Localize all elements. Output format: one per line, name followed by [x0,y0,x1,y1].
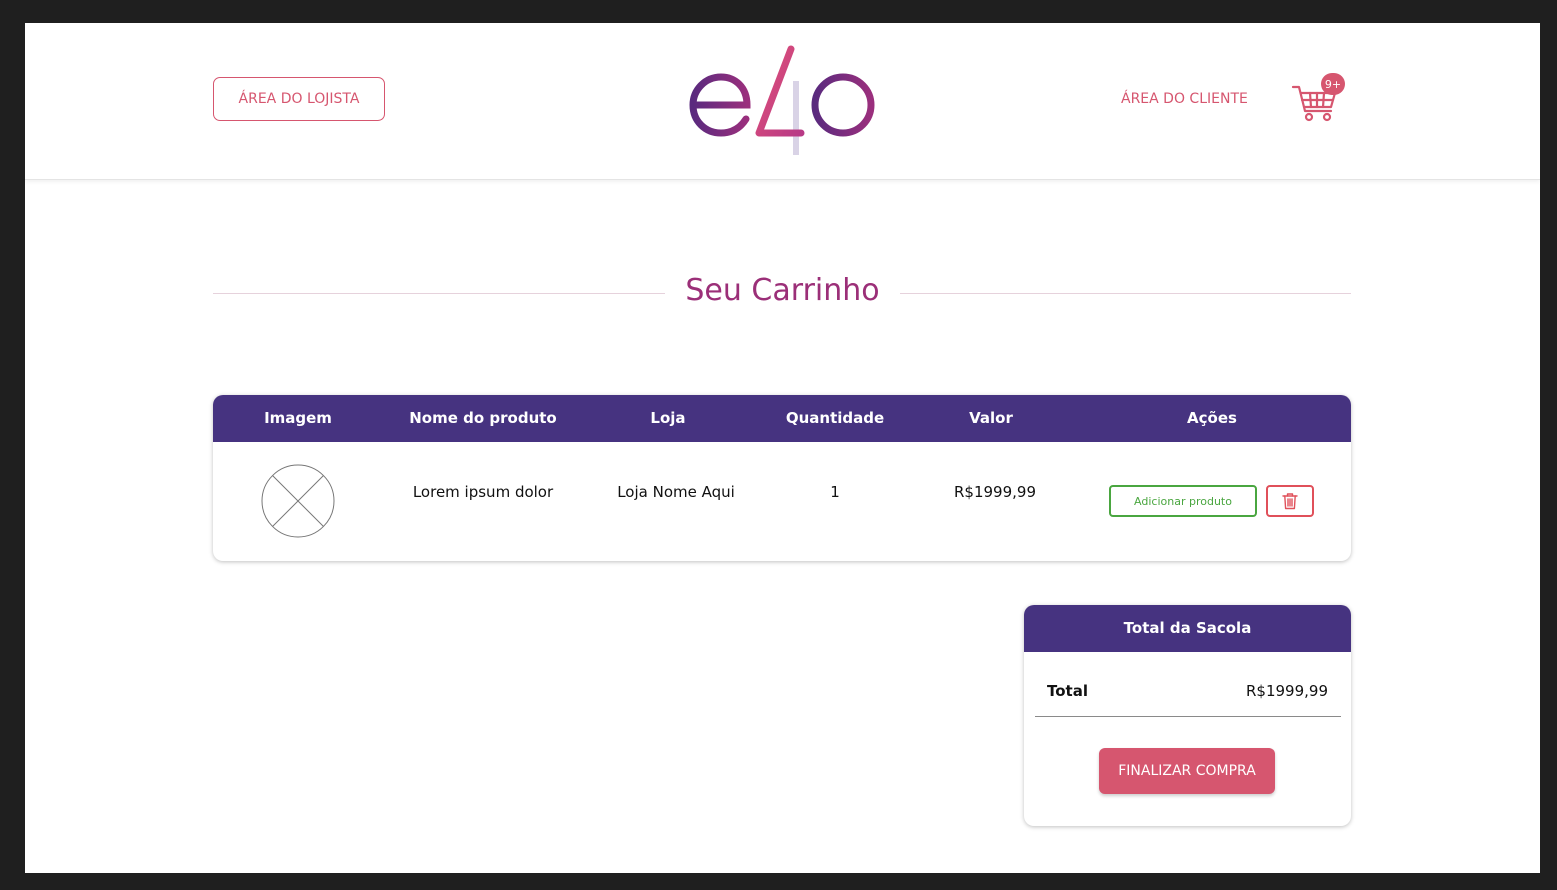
title-divider-right [900,293,1351,294]
area-lojista-button[interactable]: ÁREA DO LOJISTA [213,77,385,121]
product-price: R$1999,99 [954,483,1036,501]
column-header-imagem: Imagem [264,409,332,427]
image-placeholder-icon [261,464,335,538]
column-header-loja: Loja [650,409,686,427]
title-divider-left [213,293,665,294]
store-name: Loja Nome Aqui [617,483,735,501]
cart-summary: Total da Sacola Total R$1999,99 FINALIZA… [1024,605,1351,826]
column-header-nome: Nome do produto [409,409,557,427]
column-header-quantidade: Quantidade [785,409,885,427]
total-label: Total [1047,682,1088,700]
cart-count-badge: 9+ [1321,73,1345,95]
table-header: Imagem Nome do produto Loja Quantidade V… [213,395,1351,442]
checkout-button[interactable]: FINALIZAR COMPRA [1099,748,1275,794]
summary-title: Total da Sacola [1024,605,1351,652]
column-header-valor: Valor [969,409,1013,427]
trash-icon [1282,493,1298,510]
delete-product-button[interactable] [1266,485,1314,517]
page-title: Seu Carrinho [685,273,880,308]
product-quantity: 1 [830,483,840,501]
page: ÁREA DO LOJISTA ÁREA DO CLIENTE 9+ Seu C… [25,23,1540,873]
add-product-button[interactable]: Adicionar produto [1109,485,1257,517]
cart-button[interactable]: 9+ [1291,73,1347,125]
area-cliente-link[interactable]: ÁREA DO CLIENTE [1121,91,1248,107]
total-divider [1035,716,1341,717]
e4o-logo [689,45,875,155]
cart-table: Imagem Nome do produto Loja Quantidade V… [213,395,1351,561]
column-header-acoes: Ações [1187,409,1237,427]
product-name: Lorem ipsum dolor [412,483,554,501]
header: ÁREA DO LOJISTA ÁREA DO CLIENTE 9+ [25,23,1540,180]
total-value: R$1999,99 [1246,682,1328,700]
